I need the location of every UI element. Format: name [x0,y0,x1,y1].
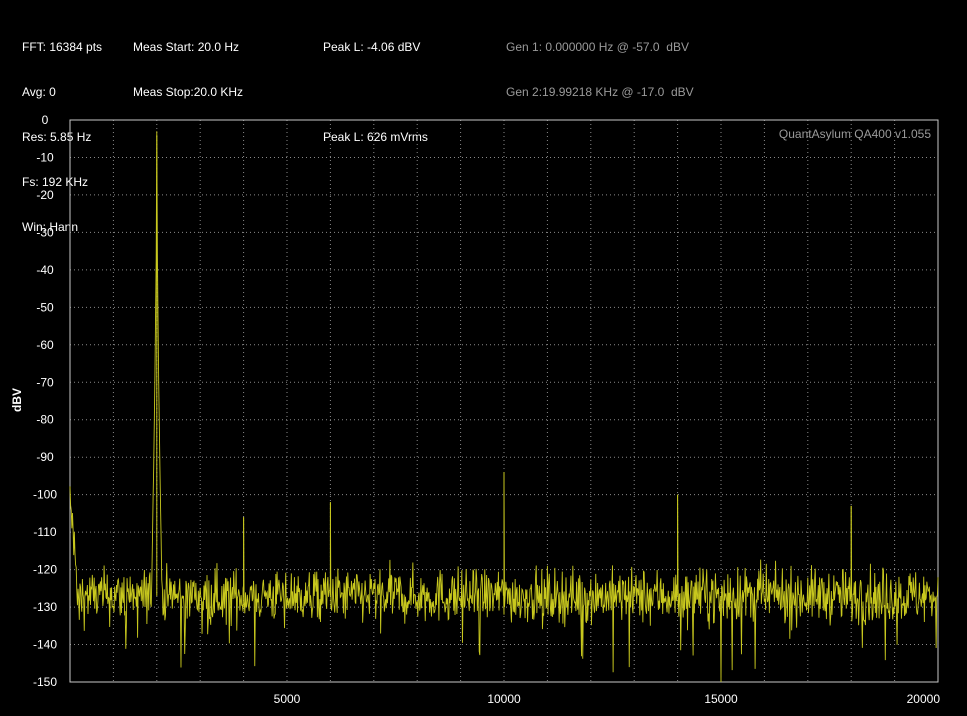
x-tick-label: 10000 [487,692,521,706]
x-tick-label: 20000 [907,692,941,706]
spectrum-chart: 0 -10 -20 -30 -40 -50 -60 -70 -80 -90 -100 -110 -120… [10,113,941,706]
y-tick-label: -120 [33,563,57,577]
y-tick-label: -90 [36,450,54,464]
y-tick-label: -50 [36,300,54,314]
x-tick-label: 15000 [704,692,738,706]
y-tick-label: -130 [33,600,57,614]
trace-layer [69,131,939,683]
x-tick-label: 5000 [274,692,301,706]
y-tick-label: -60 [36,338,54,352]
y-tick-label: -100 [33,488,57,502]
y-tick-label: -40 [36,263,54,277]
x-axis-ticks: 5000 10000 15000 20000 [274,692,941,706]
y-tick-label: -140 [33,638,57,652]
y-axis-ticks: 0 -10 -20 -30 -40 -50 -60 -70 -80 -90 -100 -110 -120… [33,113,57,689]
y-tick-label: -150 [33,675,57,689]
y-tick-label: -80 [36,413,54,427]
y-tick-label: -30 [36,225,54,239]
watermark-label: QuantAsylum QA400 v1.055 [779,127,931,141]
y-tick-label: -110 [33,525,56,539]
spectrum-trace [69,131,939,683]
y-tick-label: -20 [36,188,54,202]
y-axis-label: dBV [10,388,24,412]
y-tick-label: -10 [36,150,54,164]
y-tick-label: -70 [36,375,54,389]
y-tick-label: 0 [42,113,49,127]
